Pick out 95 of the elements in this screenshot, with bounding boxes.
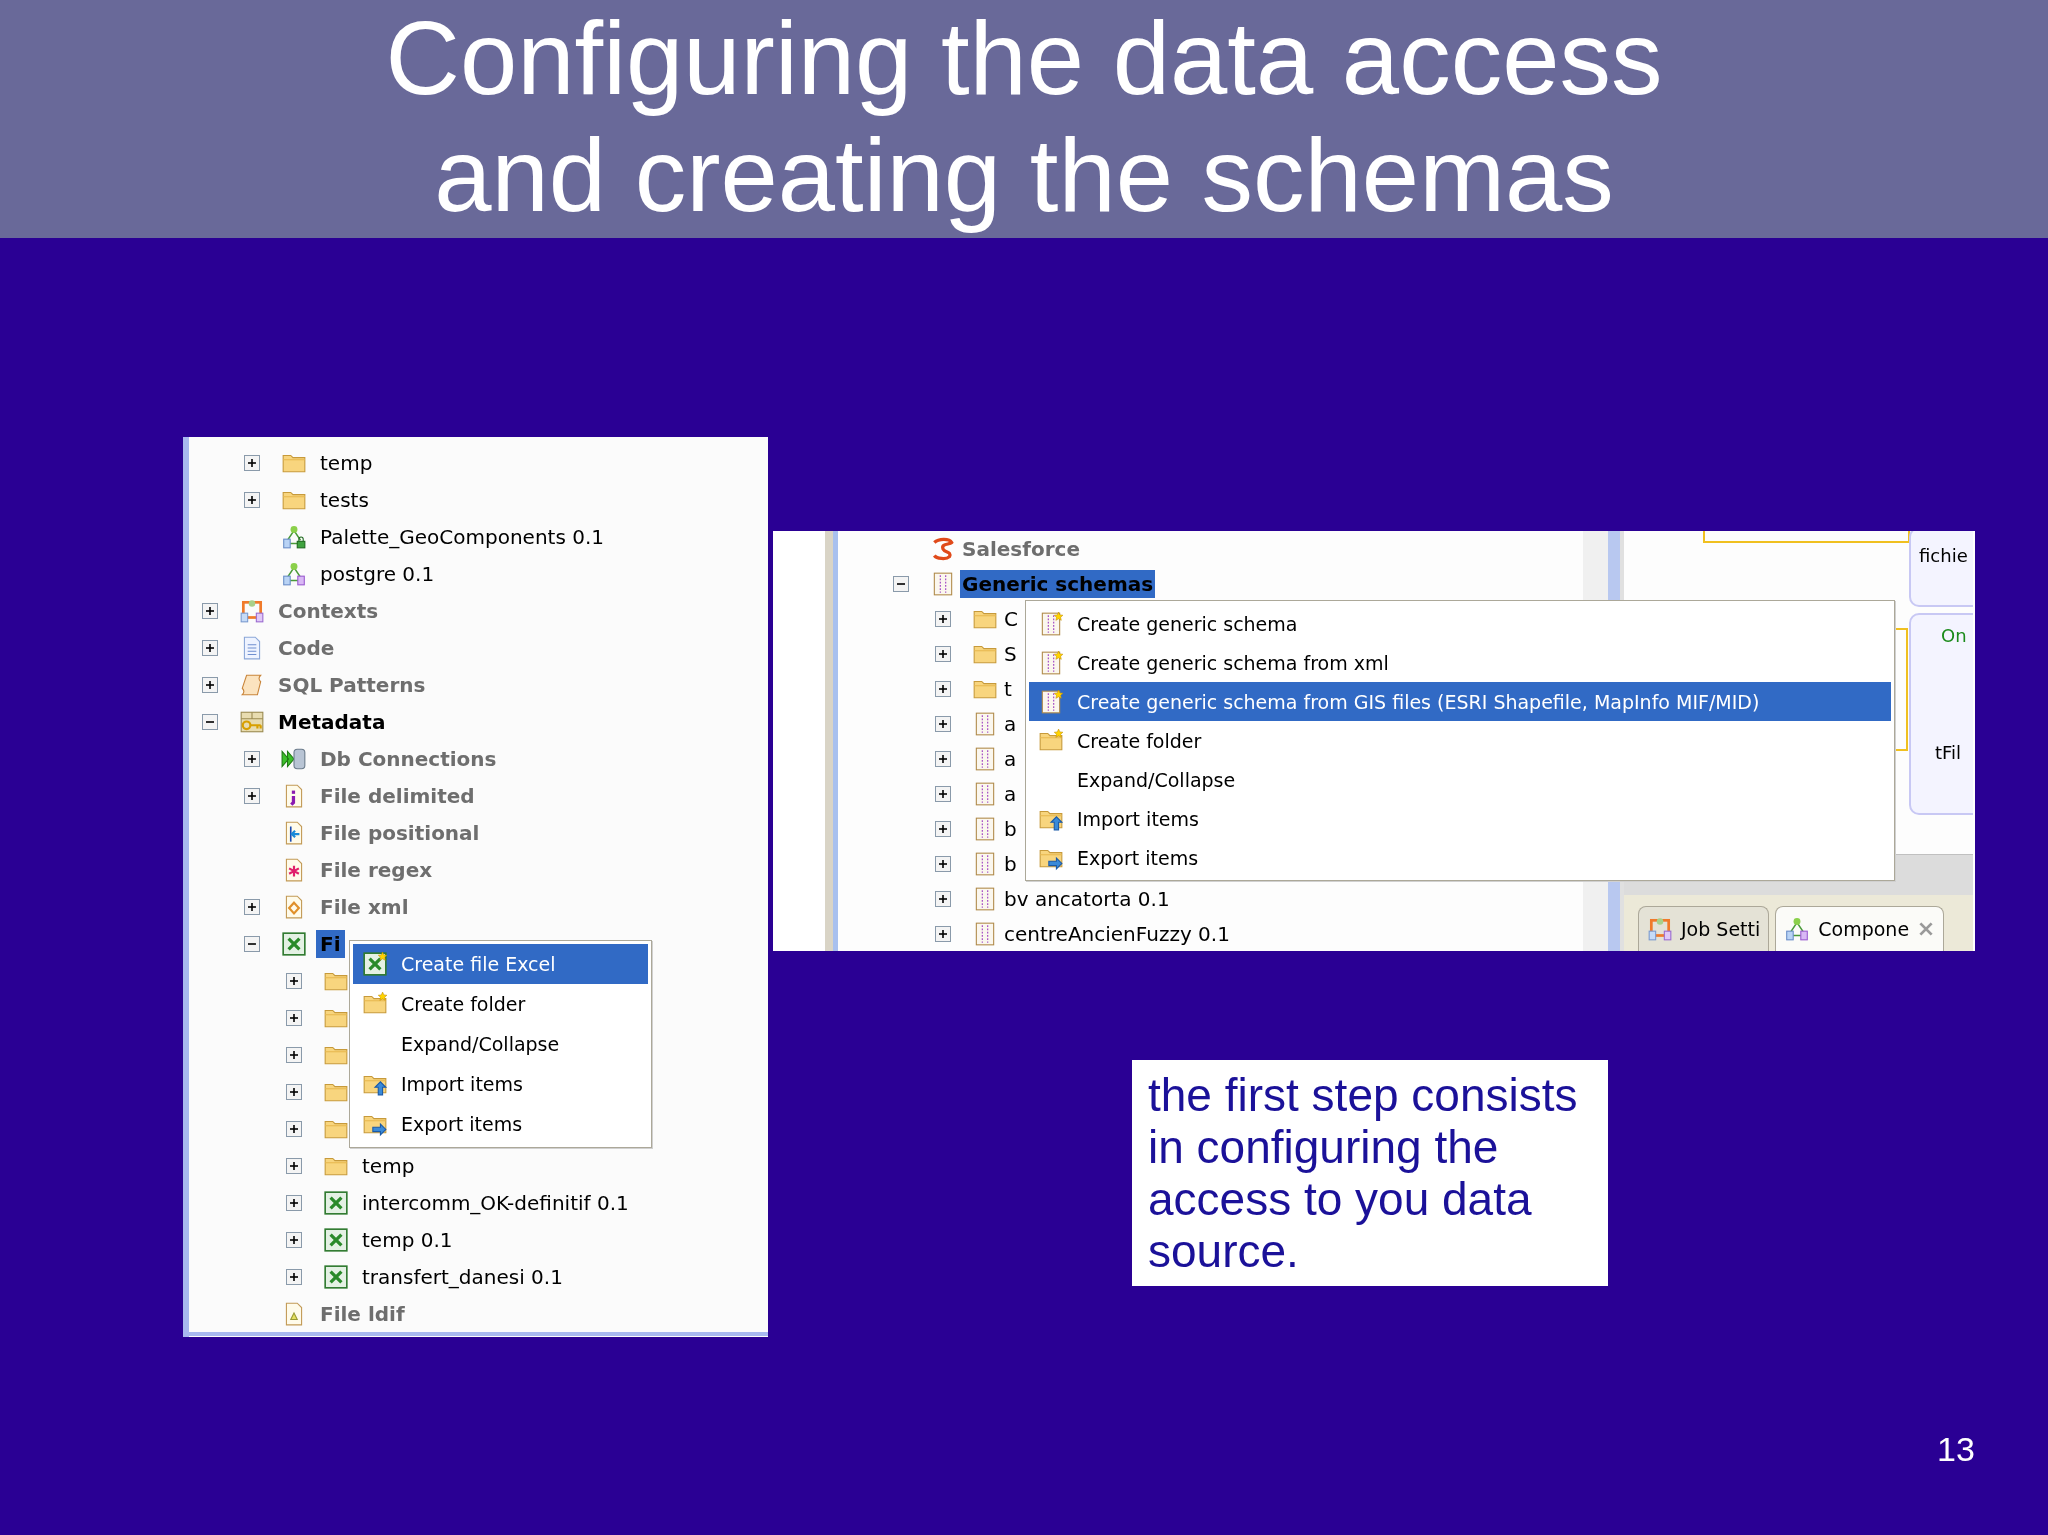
- component-box[interactable]: fichie: [1909, 531, 1973, 607]
- tree-item[interactable]: a: [1002, 744, 1019, 773]
- tree-item[interactable]: File regex: [316, 855, 437, 884]
- expand-toggle[interactable]: [202, 602, 218, 619]
- menu-item[interactable]: Export items: [1029, 838, 1891, 877]
- expand-toggle[interactable]: [286, 1194, 302, 1211]
- expand-toggle[interactable]: [935, 610, 951, 627]
- tree-item[interactable]: Code: [274, 633, 339, 662]
- spreadsheet-icon: [281, 930, 307, 957]
- spreadsheet-icon: [323, 1226, 349, 1253]
- expand-toggle[interactable]: [935, 750, 951, 767]
- menu-item[interactable]: Create generic schema from GIS files (ESRI Shapefile, MapInfo MIF/MID): [1029, 682, 1891, 721]
- tree-item[interactable]: Contexts: [274, 596, 383, 625]
- menu-item[interactable]: Export items: [353, 1104, 648, 1144]
- menu-item[interactable]: Create generic schema from xml: [1029, 643, 1891, 682]
- tree-item[interactable]: b: [1002, 849, 1019, 878]
- component-label: fichie: [1919, 545, 1969, 566]
- expand-toggle[interactable]: [286, 1083, 302, 1100]
- expand-toggle[interactable]: [935, 715, 951, 732]
- tree-item[interactable]: b: [1002, 814, 1019, 843]
- tree-item[interactable]: Generic schemas: [960, 569, 1156, 598]
- expand-toggle[interactable]: [935, 680, 951, 697]
- menu-item[interactable]: Create folder: [1029, 721, 1891, 760]
- tree-item[interactable]: File ldif: [316, 1299, 409, 1328]
- page-number: 13: [1937, 1430, 1975, 1469]
- tree-item[interactable]: Metadata: [274, 707, 390, 736]
- expand-toggle[interactable]: [244, 787, 260, 804]
- menu-item[interactable]: Create generic schema: [1029, 604, 1891, 643]
- tree-item[interactable]: intercomm_OK-definitif 0.1: [358, 1188, 633, 1217]
- expand-toggle[interactable]: [244, 898, 260, 915]
- menu-item[interactable]: Import items: [353, 1064, 648, 1104]
- expand-toggle[interactable]: [244, 491, 260, 508]
- expand-toggle[interactable]: [935, 855, 951, 872]
- expand-toggle[interactable]: [935, 645, 951, 662]
- tree-item[interactable]: temp: [316, 448, 377, 477]
- menu-item[interactable]: Import items: [1029, 799, 1891, 838]
- tree-item[interactable]: Salesforce: [960, 534, 1082, 563]
- spreadsheet-icon: [323, 1263, 349, 1290]
- tree-item[interactable]: temp 0.1: [358, 1225, 457, 1254]
- tree-item[interactable]: bv ancatorta 0.1: [1002, 884, 1172, 913]
- expand-toggle[interactable]: [935, 785, 951, 802]
- tree-item[interactable]: S: [1002, 639, 1019, 668]
- expand-toggle[interactable]: [244, 750, 260, 767]
- tree-item[interactable]: File xml: [316, 892, 413, 921]
- expand-toggle[interactable]: [935, 890, 951, 907]
- tree-item[interactable]: transfert_danesi 0.1: [358, 1262, 567, 1291]
- tree-item[interactable]: C: [1002, 604, 1020, 633]
- new-spreadsheet-icon: [362, 951, 388, 977]
- tree-item[interactable]: a: [1002, 779, 1019, 808]
- tree-item[interactable]: postgre 0.1: [316, 559, 439, 588]
- tree-item[interactable]: temp: [358, 1151, 419, 1180]
- expand-toggle[interactable]: [935, 925, 951, 942]
- expand-toggle[interactable]: [286, 1157, 302, 1174]
- component-label: tFil: [1935, 742, 1963, 763]
- expand-toggle[interactable]: [286, 1046, 302, 1063]
- tree-item[interactable]: Palette_GeoComponents 0.1: [316, 522, 608, 551]
- menu-item[interactable]: Create folder: [353, 984, 648, 1024]
- tree-item[interactable]: t: [1002, 674, 1014, 703]
- spreadsheet-icon: [323, 1189, 349, 1216]
- expand-toggle[interactable]: [935, 820, 951, 837]
- tree-item[interactable]: tests: [316, 485, 373, 514]
- expand-toggle[interactable]: [244, 454, 260, 471]
- swirl-icon: [930, 535, 956, 562]
- node-square-icon: [1647, 916, 1673, 942]
- node-graph-icon: [281, 560, 307, 587]
- collapse-toggle[interactable]: [202, 713, 218, 730]
- expand-toggle[interactable]: [286, 1268, 302, 1285]
- menu-item[interactable]: Expand/Collapse: [1029, 760, 1891, 799]
- node-graph-icon: [281, 523, 307, 550]
- collapse-toggle[interactable]: [244, 935, 260, 952]
- expand-toggle[interactable]: [202, 676, 218, 693]
- expand-toggle[interactable]: [286, 1120, 302, 1137]
- tree-item[interactable]: Fi: [316, 929, 345, 958]
- node-square-icon: [239, 597, 265, 624]
- collapse-toggle[interactable]: [893, 575, 909, 592]
- link-label: On: [1941, 625, 1968, 646]
- tree-item[interactable]: a: [1002, 709, 1019, 738]
- menu-item[interactable]: Create file Excel: [353, 944, 648, 984]
- expand-toggle[interactable]: [286, 1231, 302, 1248]
- component-box[interactable]: On tFil: [1909, 613, 1973, 815]
- tree-item[interactable]: File delimited: [316, 781, 479, 810]
- menu-item[interactable]: Expand/Collapse: [353, 1024, 648, 1064]
- tree-item[interactable]: SQL Patterns: [274, 670, 430, 699]
- tab[interactable]: Job Setti: [1638, 906, 1770, 951]
- expand-toggle[interactable]: [286, 972, 302, 989]
- slide-title: and creating the schemas: [434, 117, 1614, 234]
- note-text: the first step consists in configuring the access to you data source.: [1132, 1060, 1608, 1286]
- node-graph-icon: [1784, 916, 1811, 942]
- tree-item[interactable]: centreAncienFuzzy 0.1: [1002, 919, 1232, 948]
- tree-item[interactable]: Db Connections: [316, 744, 501, 773]
- slide-title: Configuring the data access: [385, 0, 1663, 117]
- expand-toggle[interactable]: [202, 639, 218, 656]
- expand-toggle[interactable]: [286, 1009, 302, 1026]
- tab[interactable]: Compone: [1775, 906, 1945, 951]
- tree-item[interactable]: File positional: [316, 818, 484, 847]
